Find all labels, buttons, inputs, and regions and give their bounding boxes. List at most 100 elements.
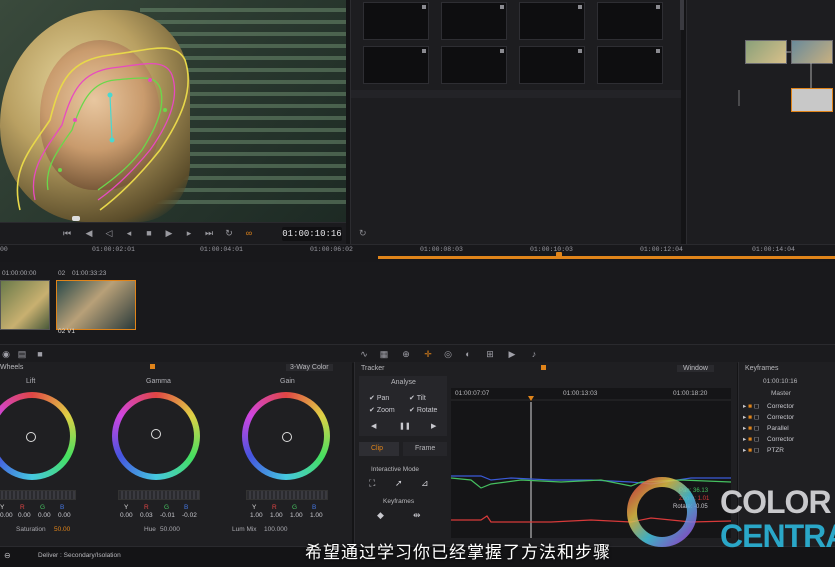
blur-icon[interactable]: ◎	[442, 348, 454, 360]
image-viewer[interactable]	[0, 0, 346, 222]
gallery-still[interactable]	[597, 2, 663, 40]
clip-tab-label: Clip	[371, 445, 384, 452]
keyframe-row-label: Corrector	[767, 436, 795, 443]
gain-crosshair[interactable]	[282, 432, 292, 442]
gallery-scrollbar[interactable]	[680, 0, 684, 30]
lift-y-value[interactable]: 0.00	[0, 512, 13, 519]
keyframe-row[interactable]: ▸ ■ ◻ Corrector	[743, 435, 794, 443]
timeline-range-bar[interactable]	[378, 256, 835, 259]
clip-thumbnail[interactable]	[0, 280, 50, 330]
ruler-tick: 01:00:06:02	[310, 246, 353, 253]
insert-point-icon[interactable]: ⛶	[369, 478, 375, 489]
gallery-still[interactable]	[519, 46, 585, 84]
key-icon[interactable]: ◐	[462, 348, 474, 360]
wheel-mode-select[interactable]: 3-Way Color	[286, 364, 333, 371]
loop-active-icon[interactable]: ∞	[244, 228, 254, 238]
ruler-tick: 01:00:08:03	[420, 246, 463, 253]
keyframe-row[interactable]: ▸ ■ ◻ Corrector	[743, 402, 794, 410]
reverse-play-icon[interactable]: ◀	[84, 228, 94, 238]
window-icon[interactable]: ⊕	[400, 348, 412, 360]
gamma-y-value[interactable]: 0.00	[120, 512, 133, 519]
rotate-checkbox[interactable]: ✔ Rotate	[409, 406, 437, 414]
wheels-title: Wheels	[0, 364, 24, 371]
lift-g-value[interactable]: 0.00	[38, 512, 51, 519]
gallery-still[interactable]	[363, 2, 429, 40]
saturation-label: Saturation	[16, 526, 46, 533]
gallery-refresh-icon[interactable]: ↻	[359, 228, 367, 239]
gamma-r-value[interactable]: 0.03	[140, 512, 153, 519]
gain-r-value[interactable]: 1.00	[270, 512, 283, 519]
play-icon[interactable]: ▶	[164, 228, 174, 238]
next-frame-icon[interactable]: ▸	[184, 228, 194, 238]
lift-r-value[interactable]: 0.00	[18, 512, 31, 519]
lummix-value[interactable]: 100.000	[264, 526, 288, 533]
jump-start-icon[interactable]: ⏮	[62, 228, 72, 238]
bars-icon[interactable]: ▤	[16, 348, 28, 360]
keyframe-nav-icon[interactable]: ⇹	[413, 510, 421, 521]
keyframe-row[interactable]: ▸ ■ ◻ PTZR	[743, 446, 784, 454]
tracker-mode-select[interactable]: Window	[677, 365, 714, 372]
playhead-marker	[72, 216, 80, 221]
gain-b-value[interactable]: 1.00	[310, 512, 323, 519]
channel-r: R	[20, 504, 25, 511]
zoom-checkbox[interactable]: ✔ Zoom	[369, 406, 395, 414]
gallery-still[interactable]	[441, 2, 507, 40]
tilt-checkbox[interactable]: ✔ Tilt	[409, 394, 426, 402]
gamma-crosshair[interactable]	[151, 429, 161, 439]
gamma-b-value[interactable]: -0.02	[182, 512, 197, 519]
channel-g: G	[40, 504, 46, 511]
palette-icon[interactable]: ◉	[0, 348, 12, 360]
zoom-label: Zoom	[376, 407, 395, 414]
sizing-icon[interactable]: ⊞	[484, 348, 496, 360]
gain-y-value[interactable]: 1.00	[250, 512, 263, 519]
clip-tab[interactable]: Clip	[359, 442, 399, 456]
timeline-playhead[interactable]	[556, 252, 562, 258]
camera-icon[interactable]: ■	[34, 348, 46, 360]
lift-master-slider[interactable]	[0, 490, 76, 500]
loop-icon[interactable]: ↻	[224, 228, 234, 238]
pan-checkbox[interactable]: ✔ Pan	[369, 394, 389, 402]
lift-wheel[interactable]	[0, 392, 76, 480]
stop-icon[interactable]: ■	[144, 228, 154, 238]
gain-master-slider[interactable]	[246, 490, 328, 500]
keyframes-label: Keyframes	[383, 498, 415, 505]
gallery-still[interactable]	[519, 2, 585, 40]
frame-tab[interactable]: Frame	[403, 442, 447, 456]
lift-crosshair[interactable]	[26, 432, 36, 442]
ruler-tick: 01:00:02:01	[92, 246, 135, 253]
lift-b-value[interactable]: 0.00	[58, 512, 71, 519]
gallery-still[interactable]	[363, 46, 429, 84]
clip-thumbnail-selected[interactable]	[56, 280, 136, 330]
saturation-value[interactable]: 50.00	[54, 526, 70, 533]
curves-icon[interactable]: ∿	[358, 348, 370, 360]
step-back-icon[interactable]: ◁	[104, 228, 114, 238]
jump-end-icon[interactable]: ⏭	[204, 228, 214, 238]
keyframes-timecode: 01:00:10:16	[763, 378, 798, 385]
viewer-timecode[interactable]: 01:00:10:16	[282, 227, 342, 241]
gamma-g-value[interactable]: -0.01	[160, 512, 175, 519]
gallery-still[interactable]	[441, 46, 507, 84]
qualifier-icon[interactable]: ▦	[378, 348, 390, 360]
gamma-master-slider[interactable]	[118, 490, 200, 500]
power-curve-mask[interactable]	[0, 0, 346, 222]
hue-value[interactable]: 50.000	[160, 526, 180, 533]
channel-y: Y	[124, 504, 129, 511]
timeline-ruler[interactable]: 00 01:00:02:01 01:00:04:01 01:00:06:02 0…	[0, 244, 835, 263]
track-forward-icon[interactable]: ▶	[431, 422, 436, 430]
track-pause-icon[interactable]: ❚❚	[399, 422, 411, 430]
track-reverse-icon[interactable]: ◀	[371, 422, 376, 430]
stereo-icon[interactable]: ▶	[506, 348, 518, 360]
node-editor[interactable]	[686, 0, 835, 244]
gain-g-value[interactable]: 1.00	[290, 512, 303, 519]
audio-icon[interactable]: ♪	[528, 348, 540, 360]
set-point-icon[interactable]: ⊿	[421, 478, 429, 489]
keyframe-row[interactable]: ▸ ■ ◻ Parallel	[743, 424, 789, 432]
prev-frame-icon[interactable]: ◂	[124, 228, 134, 238]
add-keyframe-icon[interactable]: ◆	[377, 510, 384, 521]
ruler-tick: 01:00:14:04	[752, 246, 795, 253]
channel-g: G	[292, 504, 298, 511]
gallery-still[interactable]	[597, 46, 663, 84]
keyframe-row[interactable]: ▸ ■ ◻ Corrector	[743, 413, 794, 421]
tracker-icon[interactable]: ✛	[422, 348, 434, 360]
pointer-icon[interactable]: ➚	[395, 478, 403, 489]
